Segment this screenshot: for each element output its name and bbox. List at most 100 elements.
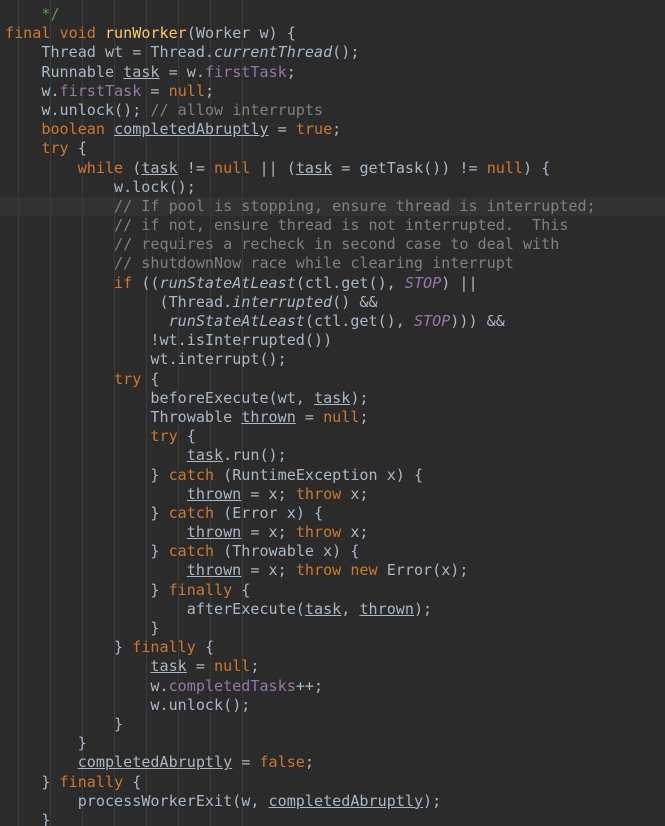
code-token: w.unlock(); <box>41 100 142 119</box>
code-line[interactable]: afterExecute(task, thrown); <box>5 600 665 619</box>
code-token: null <box>168 81 205 100</box>
code-line[interactable]: thrown = x; throw x; <box>5 485 665 504</box>
code-line[interactable]: thrown = x; throw x; <box>5 523 665 542</box>
code-line[interactable]: beforeExecute(wt, task); <box>5 389 665 408</box>
code-token: STOP <box>404 273 442 292</box>
code-token: = <box>268 120 296 139</box>
code-token: throw <box>295 523 342 542</box>
code-line[interactable]: } <box>5 715 665 734</box>
code-line[interactable]: thrown = x; throw new Error(x); <box>5 561 665 580</box>
code-line[interactable]: } catch (RuntimeException x) { <box>5 466 665 485</box>
code-token: } <box>150 580 169 599</box>
code-line[interactable]: processWorkerExit(w, completedAbruptly); <box>5 792 665 811</box>
code-token: runStateAtLeast <box>159 273 296 292</box>
code-token: w. <box>150 676 169 695</box>
code-token: firstTask <box>59 81 142 100</box>
code-line[interactable]: } <box>5 619 665 638</box>
code-line[interactable]: try { <box>5 427 665 446</box>
code-line[interactable]: } catch (Error x) { <box>5 504 665 523</box>
code-line[interactable]: try { <box>5 139 665 158</box>
code-token: null <box>323 407 360 426</box>
code-token: != <box>177 158 215 177</box>
code-line[interactable]: if ((runStateAtLeast(ctl.get(), STOP) || <box>5 274 665 293</box>
code-line[interactable]: w.firstTask = null; <box>5 82 665 101</box>
code-token: { <box>232 580 251 599</box>
code-line[interactable]: !wt.isInterrupted()) <box>5 331 665 350</box>
code-token: Runnable <box>41 62 124 81</box>
code-token: } <box>150 542 169 561</box>
code-line[interactable]: w.unlock(); <box>5 696 665 715</box>
code-line[interactable]: (Thread.interrupted() && <box>5 293 665 312</box>
code-token: firstTask <box>204 62 287 81</box>
code-token: thrown <box>186 561 242 580</box>
code-token: completedAbruptly <box>114 120 269 139</box>
code-token: Thread wt = Thread. <box>41 43 215 62</box>
code-line[interactable]: w.completedTasks++; <box>5 677 665 696</box>
code-line[interactable]: } finally { <box>5 773 665 792</box>
code-token: = w. <box>159 62 205 81</box>
code-token: (Thread. <box>159 292 233 311</box>
code-line[interactable]: task.run(); <box>5 446 665 465</box>
code-line[interactable]: // If pool is stopping, ensure thread is… <box>5 197 665 216</box>
code-line[interactable]: wt.interrupt(); <box>5 350 665 369</box>
code-editor[interactable]: */final void runWorker(Worker w) { Threa… <box>0 0 665 826</box>
code-line[interactable]: } catch (Throwable x) { <box>5 542 665 561</box>
code-token: // If pool is stopping, ensure thread is… <box>114 196 596 215</box>
code-line[interactable]: boolean completedAbruptly = true; <box>5 120 665 139</box>
code-token: finally <box>132 638 196 657</box>
code-token: task <box>304 599 342 618</box>
code-token: (Throwable x) { <box>214 542 360 561</box>
code-line[interactable]: } <box>5 811 665 826</box>
code-token: } <box>77 734 87 753</box>
code-line[interactable]: */ <box>5 5 665 24</box>
code-token: ; <box>332 120 342 139</box>
code-line[interactable]: final void runWorker(Worker w) { <box>5 24 665 43</box>
code-token: throw <box>295 484 342 503</box>
source-code[interactable]: */final void runWorker(Worker w) { Threa… <box>0 0 665 826</box>
code-token: ( <box>123 158 142 177</box>
code-line[interactable]: } <box>5 734 665 753</box>
code-line[interactable]: Thread wt = Thread.currentThread(); <box>5 43 665 62</box>
code-line[interactable]: task = null; <box>5 657 665 676</box>
code-token: } <box>114 714 124 733</box>
code-line[interactable]: Throwable thrown = null; <box>5 408 665 427</box>
code-line[interactable]: w.lock(); <box>5 178 665 197</box>
code-token: // allow interrupts <box>141 100 324 119</box>
code-token: task <box>123 62 160 81</box>
code-line[interactable]: w.unlock(); // allow interrupts <box>5 101 665 120</box>
code-token: x; <box>341 523 369 542</box>
code-line[interactable]: while (task != null || (task = getTask()… <box>5 159 665 178</box>
code-line[interactable]: completedAbruptly = false; <box>5 753 665 772</box>
code-line[interactable]: Runnable task = w.firstTask; <box>5 63 665 82</box>
code-token: || ( <box>250 158 296 177</box>
code-line[interactable]: runStateAtLeast(ctl.get(), STOP))) && <box>5 312 665 331</box>
code-line[interactable]: // requires a recheck in second case to … <box>5 235 665 254</box>
code-line[interactable]: try { <box>5 370 665 389</box>
code-line[interactable]: // shutdownNow race while clearing inter… <box>5 254 665 273</box>
code-line[interactable]: } finally { <box>5 581 665 600</box>
code-token: true <box>295 120 333 139</box>
code-token: interrupted <box>232 292 333 311</box>
code-token: { <box>141 369 160 388</box>
code-token: */ <box>41 5 60 23</box>
code-line[interactable]: } finally { <box>5 638 665 657</box>
code-line[interactable]: // if not, ensure thread is not interrup… <box>5 216 665 235</box>
